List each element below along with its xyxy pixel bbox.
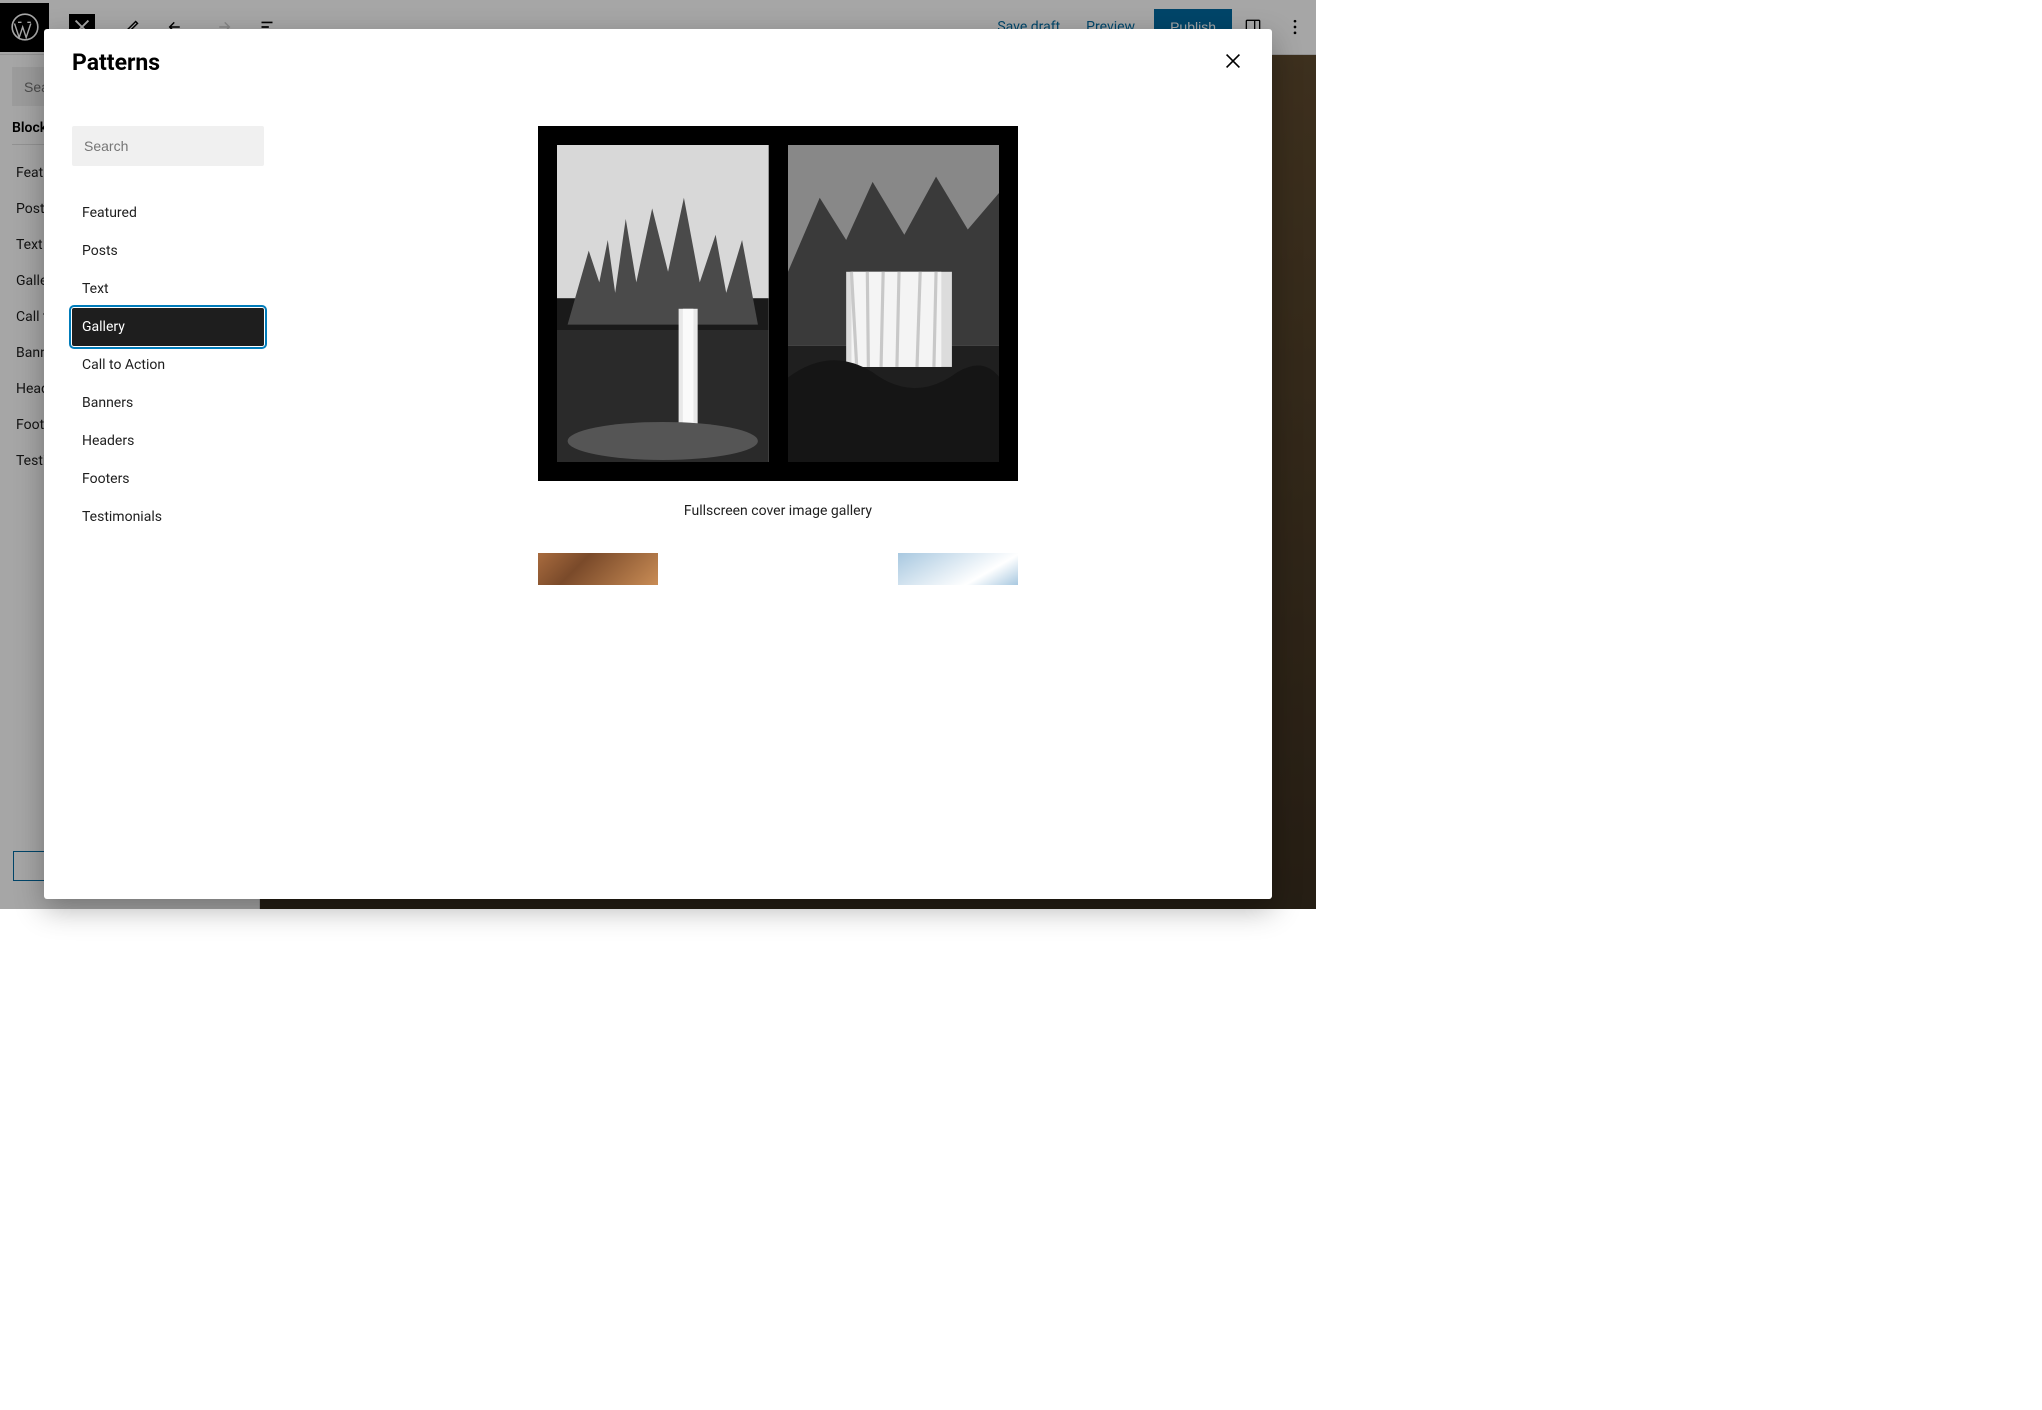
pattern-thumb-partial-right[interactable] — [898, 553, 1018, 585]
modal-close-button[interactable] — [1222, 50, 1244, 76]
patterns-modal: Patterns Featured Posts Text Gallery Cal… — [44, 29, 1272, 899]
category-posts[interactable]: Posts — [72, 232, 264, 270]
category-text[interactable]: Text — [72, 270, 264, 308]
category-testimonials[interactable]: Testimonials — [72, 498, 264, 536]
category-featured[interactable]: Featured — [72, 194, 264, 232]
wordpress-logo[interactable] — [0, 3, 49, 52]
options-button[interactable] — [1274, 17, 1316, 37]
pattern-row-partial — [538, 553, 1018, 585]
category-banners[interactable]: Banners — [72, 384, 264, 422]
pattern-image-right — [788, 145, 1000, 462]
close-icon — [1222, 50, 1244, 72]
category-gallery[interactable]: Gallery — [72, 308, 264, 346]
pattern-caption: Fullscreen cover image gallery — [312, 503, 1244, 519]
modal-body: Featured Posts Text Gallery Call to Acti… — [44, 86, 1272, 899]
category-headers[interactable]: Headers — [72, 422, 264, 460]
modal-sidebar: Featured Posts Text Gallery Call to Acti… — [44, 86, 292, 899]
waterfall-image-icon — [557, 145, 769, 462]
more-vertical-icon — [1285, 17, 1305, 37]
modal-title: Patterns — [72, 49, 160, 76]
modal-header: Patterns — [44, 29, 1272, 86]
pattern-preview[interactable] — [538, 126, 1018, 481]
category-list: Featured Posts Text Gallery Call to Acti… — [72, 194, 264, 536]
category-footers[interactable]: Footers — [72, 460, 264, 498]
pattern-thumb-partial-left[interactable] — [538, 553, 658, 585]
modal-search-input[interactable] — [84, 138, 265, 154]
category-call-to-action[interactable]: Call to Action — [72, 346, 264, 384]
pattern-image-left — [557, 145, 769, 462]
waterfall-image-icon — [788, 145, 1000, 462]
modal-search — [72, 126, 264, 166]
wordpress-icon — [11, 13, 39, 41]
modal-main[interactable]: Fullscreen cover image gallery — [292, 86, 1272, 899]
